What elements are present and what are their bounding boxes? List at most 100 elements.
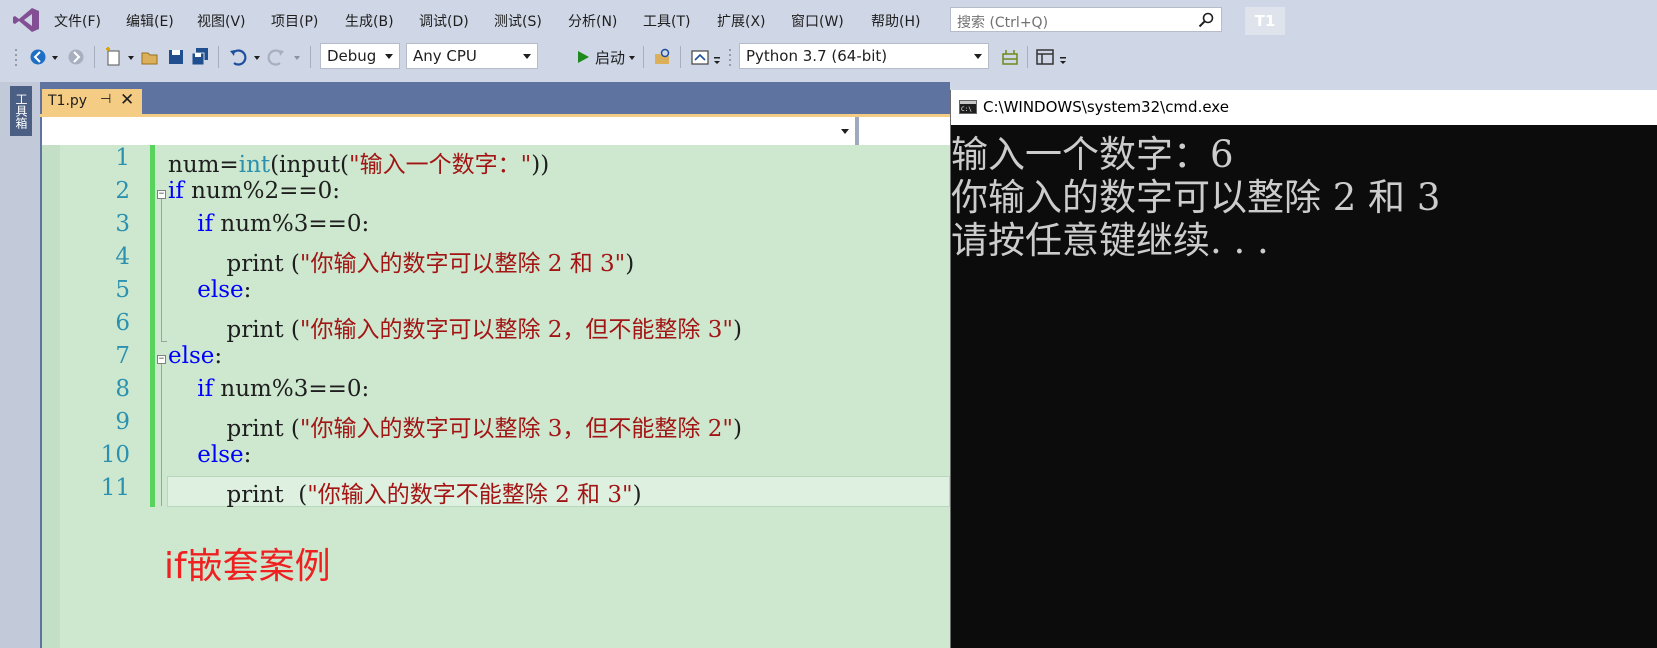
- save-icon[interactable]: [166, 46, 186, 68]
- solution-configuration-select[interactable]: Debug: [320, 43, 400, 69]
- menu-build[interactable]: 生成(B): [345, 11, 394, 31]
- console-scrollbar[interactable]: [1641, 125, 1657, 648]
- solution-platform-select[interactable]: Any CPU: [406, 43, 538, 69]
- cmd-window-icon: C:\: [959, 100, 977, 114]
- navigation-bar[interactable]: [42, 117, 950, 145]
- toolbar-separator: [680, 46, 681, 68]
- code-token: print (: [168, 416, 300, 442]
- menu-test[interactable]: 测试(S): [494, 11, 542, 31]
- chevron-down-icon: [385, 54, 393, 59]
- menu-file[interactable]: 文件(F): [54, 11, 101, 31]
- new-project-icon[interactable]: [104, 46, 124, 68]
- code-token-string: "输入一个数字：": [349, 152, 532, 178]
- collapse-else-block-icon[interactable]: −: [157, 355, 166, 364]
- collapse-if-block-icon[interactable]: −: [157, 190, 166, 199]
- play-icon: [578, 51, 589, 63]
- open-folder-icon[interactable]: [140, 46, 160, 68]
- console-window[interactable]: C:\ C:\WINDOWS\system32\cmd.exe 输入一个数字：6…: [950, 90, 1657, 648]
- code-token: num%3==0:: [213, 211, 370, 237]
- code-token-type: int: [238, 152, 271, 178]
- code-line-2[interactable]: if num%2==0:: [168, 178, 340, 204]
- navigation-bar-splitter[interactable]: [855, 117, 859, 145]
- start-label: 启动: [595, 49, 626, 67]
- python-env-icon[interactable]: [1000, 46, 1020, 68]
- code-token: num=: [168, 152, 239, 178]
- line-number: 10: [100, 442, 130, 468]
- menu-tools[interactable]: 工具(T): [643, 11, 690, 31]
- search-placeholder: 搜索 (Ctrl+Q): [957, 15, 1049, 31]
- search-icon[interactable]: [1198, 12, 1214, 28]
- code-line-10[interactable]: else:: [168, 442, 251, 468]
- toolbox-strip: [0, 82, 40, 648]
- forward-icon[interactable]: [66, 46, 86, 68]
- code-token-string: "你输入的数字可以整除 2 和 3": [299, 251, 626, 277]
- code-token: print (: [168, 482, 308, 508]
- document-tab-t1py[interactable]: T1.py ⊣ ✕: [42, 89, 142, 114]
- menu-analyze[interactable]: 分析(N): [568, 11, 617, 31]
- code-token: ): [732, 416, 742, 442]
- line-number: 8: [115, 376, 130, 402]
- menu-edit[interactable]: 编辑(E): [126, 11, 174, 31]
- line-number: 9: [115, 409, 130, 435]
- change-tracking-bar: [150, 145, 155, 507]
- code-line-9[interactable]: print ("你输入的数字可以整除 3，但不能整除 2"): [168, 409, 742, 443]
- line-number: 2: [115, 178, 130, 204]
- chevron-down-icon: [523, 54, 531, 59]
- back-dropdown-icon[interactable]: [50, 46, 60, 68]
- code-line-8[interactable]: if num%3==0:: [168, 376, 369, 402]
- redo-icon[interactable]: [266, 46, 286, 68]
- menu-window[interactable]: 窗口(W): [791, 11, 844, 31]
- solution-name-badge: T1: [1245, 7, 1285, 35]
- menu-view[interactable]: 视图(V): [197, 11, 246, 31]
- browser-link-icon[interactable]: [690, 46, 710, 68]
- line-number: 6: [115, 310, 130, 336]
- code-line-7[interactable]: else:: [168, 343, 222, 369]
- toolbar-overflow-icon[interactable]: [712, 46, 722, 68]
- code-token: print (: [168, 251, 300, 277]
- redo-dropdown-icon[interactable]: [292, 46, 302, 68]
- code-token-keyword: if: [197, 376, 214, 402]
- code-token: :: [243, 277, 252, 303]
- find-in-files-icon[interactable]: [653, 46, 673, 68]
- menu-extensions[interactable]: 扩展(X): [717, 11, 766, 31]
- code-token: )): [531, 152, 550, 178]
- toolbox-tab[interactable]: 工具箱: [10, 86, 32, 136]
- code-line-6[interactable]: print ("你输入的数字可以整除 2，但不能整除 3"): [168, 310, 741, 344]
- line-number: 5: [115, 277, 130, 303]
- code-line-11[interactable]: print ("你输入的数字不能整除 2 和 3"): [168, 475, 641, 509]
- configuration-value: Debug: [327, 47, 377, 65]
- undo-icon[interactable]: [228, 46, 248, 68]
- visual-studio-logo-icon[interactable]: [12, 7, 40, 33]
- start-dropdown-icon[interactable]: [627, 46, 637, 68]
- undo-dropdown-icon[interactable]: [252, 46, 262, 68]
- close-tab-icon[interactable]: ✕: [120, 90, 134, 110]
- svg-text:C:\: C:\: [961, 106, 972, 113]
- code-token: :: [214, 343, 223, 369]
- menu-project[interactable]: 项目(P): [271, 11, 318, 31]
- code-token-keyword: if: [168, 178, 184, 204]
- code-line-5[interactable]: else:: [168, 277, 251, 303]
- layout-icon[interactable]: [1035, 46, 1055, 68]
- code-line-4[interactable]: print ("你输入的数字可以整除 2 和 3"): [168, 244, 634, 278]
- toolbar-grip-icon: [729, 49, 731, 66]
- menu-debug[interactable]: 调试(D): [419, 11, 469, 31]
- toolbar-overflow-icon[interactable]: [1058, 46, 1068, 68]
- search-input[interactable]: 搜索 (Ctrl+Q): [950, 7, 1222, 32]
- new-project-dropdown-icon[interactable]: [126, 46, 136, 68]
- python-environment-select[interactable]: Python 3.7 (64-bit): [739, 43, 989, 69]
- menu-help[interactable]: 帮助(H): [871, 11, 920, 31]
- back-icon[interactable]: [28, 46, 48, 68]
- save-all-icon[interactable]: [190, 46, 210, 68]
- code-line-1[interactable]: num=int(input("输入一个数字：")): [168, 145, 549, 179]
- chevron-down-icon[interactable]: [841, 129, 849, 134]
- code-token: num%3==0:: [213, 376, 370, 402]
- console-titlebar[interactable]: C:\ C:\WINDOWS\system32\cmd.exe: [951, 90, 1657, 125]
- document-tab-label: T1.py: [48, 93, 88, 109]
- toolbar-separator: [1027, 46, 1028, 68]
- main-scrollbar[interactable]: [1640, 0, 1657, 90]
- pin-tab-icon[interactable]: ⊣: [100, 92, 111, 107]
- code-line-3[interactable]: if num%3==0:: [168, 211, 369, 237]
